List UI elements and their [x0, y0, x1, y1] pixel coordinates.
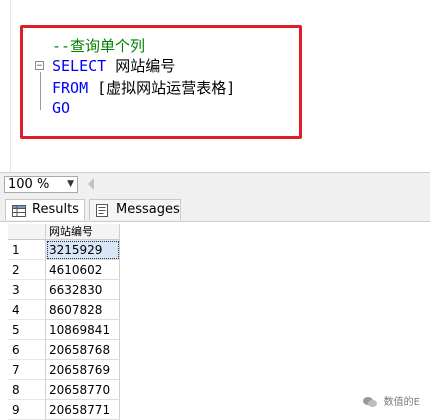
tab-messages[interactable]: Messages [89, 199, 181, 220]
table-row[interactable]: 4 8607828 [8, 300, 120, 320]
grid-icon [12, 204, 26, 223]
cell-value[interactable]: 3215929 [46, 240, 120, 260]
row-number[interactable]: 2 [8, 260, 46, 280]
wechat-icon [363, 396, 378, 408]
tab-messages-label: Messages [116, 202, 180, 217]
table-row[interactable]: 7 20658769 [8, 360, 120, 380]
grid-corner[interactable] [8, 224, 46, 240]
cell-value[interactable]: 6632830 [46, 280, 120, 300]
cell-value[interactable]: 20658769 [46, 360, 120, 380]
table-row[interactable]: 9 20658771 [8, 400, 120, 420]
row-number[interactable]: 8 [8, 380, 46, 400]
row-number[interactable]: 6 [8, 340, 46, 360]
cell-value[interactable]: 20658770 [46, 380, 120, 400]
zoom-value: 100 % [8, 177, 50, 192]
cell-value[interactable]: 20658768 [46, 340, 120, 360]
table-row[interactable]: 6 20658768 [8, 340, 120, 360]
column-header[interactable]: 网站编号 [46, 224, 120, 240]
zoom-dropdown[interactable]: 100 % ▼ [4, 176, 78, 193]
sql-editor[interactable]: − --查询单个列 SELECT 网站编号 FROM [虚拟网站运营表格] GO [0, 0, 430, 172]
table-row[interactable]: 3 6632830 [8, 280, 120, 300]
cell-value[interactable]: 20658771 [46, 400, 120, 420]
row-number[interactable]: 1 [8, 240, 46, 260]
scroll-left-icon[interactable] [88, 178, 94, 190]
watermark-text: 数值的E [383, 397, 420, 408]
editor-margin [0, 0, 11, 172]
tab-results[interactable]: Results [5, 199, 85, 220]
highlight-box [20, 25, 302, 139]
zoom-bar: 100 % ▼ [0, 172, 430, 198]
messages-icon [96, 204, 110, 223]
table-row[interactable]: 2 4610602 [8, 260, 120, 280]
dropdown-arrow-icon[interactable]: ▼ [67, 177, 74, 192]
row-number[interactable]: 5 [8, 320, 46, 340]
table-row[interactable]: 1 3215929 [8, 240, 120, 260]
table-row[interactable]: 5 10869841 [8, 320, 120, 340]
cell-value[interactable]: 8607828 [46, 300, 120, 320]
result-tabs: Results Messages [0, 197, 430, 222]
row-number[interactable]: 7 [8, 360, 46, 380]
row-number[interactable]: 4 [8, 300, 46, 320]
results-grid[interactable]: 网站编号 1 3215929 2 4610602 3 6632830 4 8607828 5 10… [8, 224, 120, 420]
table-row[interactable]: 8 20658770 [8, 380, 120, 400]
tab-results-label: Results [32, 202, 79, 217]
cell-value[interactable]: 10869841 [46, 320, 120, 340]
watermark: 数值的E [363, 394, 420, 412]
cell-value[interactable]: 4610602 [46, 260, 120, 280]
row-number[interactable]: 9 [8, 400, 46, 420]
row-number[interactable]: 3 [8, 280, 46, 300]
